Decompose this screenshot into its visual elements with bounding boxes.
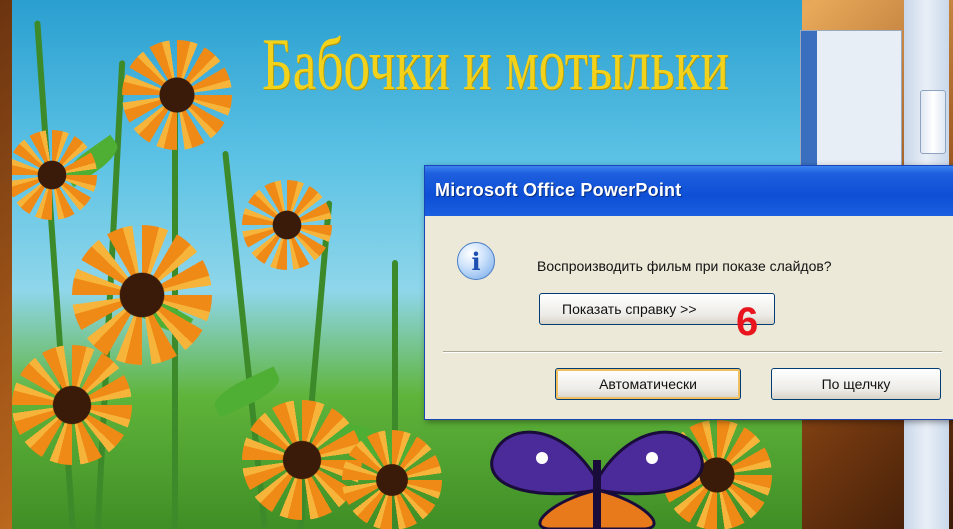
flower bbox=[342, 430, 442, 529]
flower bbox=[122, 40, 232, 150]
automatically-button[interactable]: Автоматически bbox=[555, 368, 741, 400]
flower bbox=[242, 400, 362, 520]
flower bbox=[72, 225, 212, 365]
scrollbar-thumb[interactable] bbox=[920, 90, 946, 154]
flower bbox=[12, 345, 132, 465]
dialog-message: Воспроизводить фильм при показе слайдов? bbox=[537, 258, 832, 274]
movie-playback-dialog: Microsoft Office PowerPoint i Воспроизво… bbox=[424, 165, 953, 420]
info-icon: i bbox=[457, 242, 495, 280]
dialog-divider bbox=[443, 351, 942, 353]
background-window bbox=[800, 30, 902, 167]
butterfly-image bbox=[490, 430, 704, 529]
flower bbox=[12, 130, 97, 220]
dialog-titlebar[interactable]: Microsoft Office PowerPoint bbox=[425, 166, 953, 216]
slide-title: Бабочки и мотыльки bbox=[262, 24, 729, 106]
on-click-button[interactable]: По щелчку bbox=[771, 368, 941, 400]
flower bbox=[242, 180, 332, 270]
step-marker: 6 bbox=[736, 300, 759, 344]
dialog-title: Microsoft Office PowerPoint bbox=[435, 180, 682, 200]
